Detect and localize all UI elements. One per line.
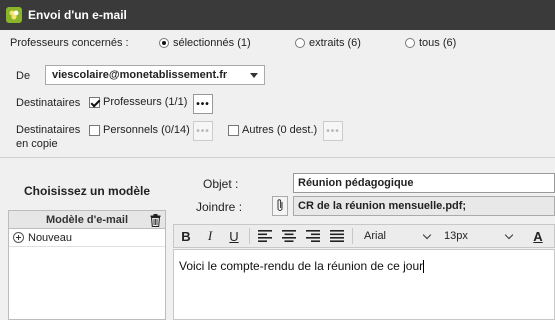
- toolbar-divider: [352, 228, 353, 244]
- model-list-panel: Modèle d'e-mail Nouveau: [8, 210, 166, 320]
- text-cursor: [423, 260, 425, 274]
- radio-label: tous (6): [419, 37, 457, 49]
- subject-input[interactable]: Réunion pédagogique: [293, 173, 555, 193]
- underline-button[interactable]: U: [222, 225, 246, 247]
- text-color-button[interactable]: A: [526, 225, 550, 247]
- model-column-header: Modèle d'e-mail: [45, 213, 129, 226]
- message-body-text: Voici le compte-rendu de la réunion de c…: [179, 259, 424, 273]
- recipients-label: Destinataires: [16, 97, 81, 109]
- add-icon: [13, 232, 24, 243]
- model-item-new[interactable]: Nouveau: [9, 229, 165, 247]
- checkbox-autres[interactable]: Autres (0 dest.): [228, 124, 317, 136]
- message-body-editor[interactable]: Voici le compte-rendu de la réunion de c…: [173, 249, 555, 320]
- attachment-field[interactable]: CR de la réunion mensuelle.pdf;: [293, 196, 555, 216]
- font-family-value: Arial: [364, 230, 387, 242]
- align-justify-icon: [330, 230, 344, 242]
- subject-label: Objet :: [203, 177, 239, 191]
- chevron-down-icon: [250, 73, 258, 78]
- models-section-title: Choisissez un modèle: [24, 184, 151, 198]
- toolbar-divider: [249, 228, 250, 244]
- radio-indicator[interactable]: [405, 38, 415, 48]
- attach-label: Joindre :: [196, 200, 243, 214]
- radio-indicator[interactable]: [295, 38, 305, 48]
- checkbox-indicator[interactable]: [89, 124, 100, 136]
- bold-button[interactable]: B: [174, 225, 198, 247]
- radio-indicator[interactable]: [159, 38, 169, 48]
- section-divider: [0, 157, 555, 158]
- checkbox-label: Autres (0 dest.): [242, 124, 318, 136]
- attach-button[interactable]: [272, 196, 288, 216]
- align-right-button[interactable]: [301, 225, 325, 247]
- align-right-icon: [306, 230, 320, 242]
- cc-autres-more-button[interactable]: •••: [323, 121, 343, 141]
- chevron-down-icon: [422, 230, 432, 239]
- checkbox-indicator[interactable]: [228, 124, 239, 136]
- recipients-filter-label: Professeurs concernés :: [10, 37, 129, 49]
- font-size-value: 13px: [444, 230, 468, 242]
- cc-personnels-more-button[interactable]: •••: [193, 121, 213, 141]
- checkbox-personnels[interactable]: Personnels (0/14): [89, 124, 190, 136]
- from-label: De: [16, 70, 31, 82]
- align-center-icon: [282, 230, 296, 242]
- radio-extraits[interactable]: extraits (6): [295, 37, 361, 49]
- radio-tous[interactable]: tous (6): [405, 37, 456, 49]
- subject-value: Réunion pédagogique: [298, 177, 414, 189]
- paperclip-icon: [276, 198, 284, 215]
- app-logo-icon: [6, 7, 22, 23]
- align-center-button[interactable]: [277, 225, 301, 247]
- align-justify-button[interactable]: [325, 225, 349, 247]
- editor-toolbar: B I U Arial 13px A: [173, 224, 555, 248]
- model-list-header: Modèle d'e-mail: [9, 211, 165, 229]
- trash-icon[interactable]: [147, 212, 163, 228]
- align-left-icon: [258, 230, 272, 242]
- cc-label-line1: Destinataires: [16, 124, 81, 136]
- checkbox-indicator[interactable]: [89, 96, 100, 108]
- recipients-more-button[interactable]: •••: [193, 94, 213, 114]
- checkbox-label: Personnels (0/14): [103, 124, 190, 136]
- align-left-button[interactable]: [253, 225, 277, 247]
- cc-label-line2: en copie: [16, 138, 58, 150]
- font-family-select[interactable]: Arial: [356, 225, 438, 247]
- from-value: viescolaire@monetablissement.fr: [52, 69, 228, 81]
- radio-label: extraits (6): [309, 37, 361, 49]
- from-select[interactable]: viescolaire@monetablissement.fr: [45, 65, 265, 85]
- font-size-select[interactable]: 13px: [438, 225, 526, 247]
- checkbox-label: Professeurs (1/1): [103, 96, 188, 108]
- italic-button[interactable]: I: [198, 225, 222, 247]
- model-item-label: Nouveau: [28, 231, 73, 244]
- window-title: Envoi d'un e-mail: [28, 8, 127, 22]
- radio-label: sélectionnés (1): [173, 37, 251, 49]
- chevron-down-icon: [504, 230, 514, 239]
- radio-selectionnes[interactable]: sélectionnés (1): [159, 37, 251, 49]
- attachment-value: CR de la réunion mensuelle.pdf;: [298, 200, 467, 212]
- title-bar: Envoi d'un e-mail: [0, 0, 555, 30]
- checkbox-professeurs[interactable]: Professeurs (1/1): [89, 96, 187, 108]
